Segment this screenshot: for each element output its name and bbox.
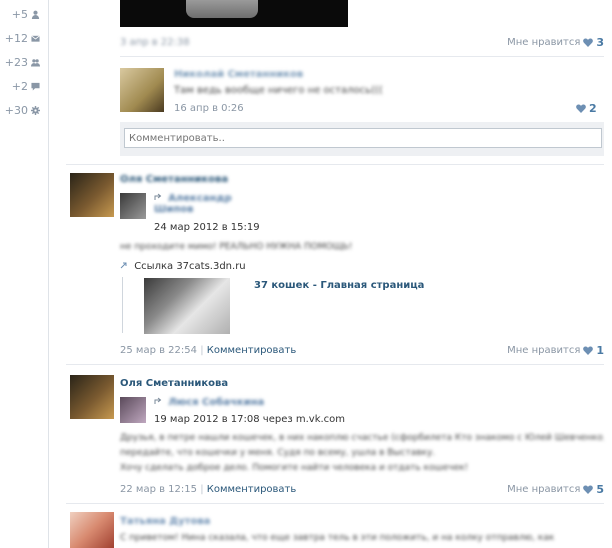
post2-repost-header: Александр Шипов [154, 193, 244, 215]
comment-date[interactable]: 16 апр в 0:26 [174, 103, 244, 114]
post3-text-line1: Друзья, в петре нашли кошечек, в них нак… [120, 433, 604, 443]
chat-bubble-icon [31, 82, 40, 91]
sidebar-settings-counter[interactable]: +30 [0, 98, 48, 122]
like-count: 1 [596, 344, 604, 357]
sidebar-comments-counter[interactable]: +2 [0, 74, 48, 98]
post2-like-button[interactable]: Мне нравится 1 [507, 344, 604, 357]
like-label: Мне нравится [507, 345, 581, 356]
post3-text-line3: Хочу сделать доброе дело. Помогите найти… [120, 463, 469, 473]
like-label: Мне нравится [507, 484, 581, 495]
link-arrow-icon [120, 261, 128, 269]
post2-repost-date[interactable]: 24 мар 2012 в 15:19 [154, 222, 260, 233]
post4-avatar[interactable] [70, 512, 114, 548]
post2-avatar[interactable] [70, 173, 114, 217]
post3-date[interactable]: 22 мар в 12:15 [120, 484, 197, 495]
link-preview-bar [122, 277, 123, 333]
post2-link-url[interactable]: 37cats.3dn.ru [176, 261, 245, 272]
post2-comment-link[interactable]: Комментировать [207, 345, 297, 356]
like-count: 5 [596, 483, 604, 496]
top-post-like-button[interactable]: Мне нравится 3 [507, 36, 604, 49]
groups-count: +23 [4, 55, 28, 69]
commenter-avatar[interactable] [120, 68, 164, 112]
commenter-name[interactable]: Николай Сметанников [174, 69, 303, 80]
person-icon [31, 10, 40, 19]
heart-icon [583, 38, 594, 47]
post2-link-title[interactable]: 37 кошек - Главная страница [254, 280, 424, 291]
post2-author[interactable]: Оля Сметанникова [120, 174, 228, 185]
post2-link-prefix: Ссылка [134, 261, 174, 272]
post3-repost-header: Люся Собачкина [154, 397, 264, 408]
envelope-icon [31, 34, 40, 43]
friends-count: +5 [11, 7, 28, 21]
comment-like-count: 2 [589, 102, 597, 115]
comment-text: Там ведь вообще ничего не осталось((( [174, 85, 383, 96]
post2-link-row: Ссылка 37cats.3dn.ru [120, 261, 246, 272]
post3-comment-link[interactable]: Комментировать [207, 484, 297, 495]
repost-arrow-icon [154, 193, 162, 201]
post2-repost-author[interactable]: Александр Шипов [154, 193, 232, 215]
post-divider [66, 364, 604, 365]
post2-footer: 25 мар в 22:54 | Комментировать Мне нрав… [120, 344, 604, 357]
comment-input[interactable] [124, 128, 602, 148]
post-divider [66, 503, 604, 504]
post3-text-line2: передайте, что кошечки у меня. Судя по в… [120, 448, 436, 458]
post2-link-thumbnail[interactable] [144, 278, 230, 334]
comment-like-button[interactable]: 2 [576, 102, 597, 115]
post-image[interactable] [120, 0, 348, 27]
sidebar-friends-counter[interactable]: +5 [0, 2, 48, 26]
divider [120, 56, 604, 57]
post3-footer: 22 мар в 12:15 | Комментировать Мне нрав… [120, 483, 604, 496]
gear-icon [31, 105, 40, 115]
top-post-footer: 3 апр в 22:38 Мне нравится 3 [120, 36, 604, 49]
post4-author[interactable]: Татьяна Дутова [120, 516, 210, 527]
repost-arrow-icon [154, 397, 162, 405]
post-divider [66, 164, 604, 165]
post2-date[interactable]: 25 мар в 22:54 [120, 345, 197, 356]
post3-author[interactable]: Оля Сметанникова [120, 378, 228, 389]
messages-count: +12 [4, 31, 28, 45]
comment-input-box [120, 122, 604, 156]
post3-repost-author[interactable]: Люся Собачкина [168, 397, 264, 408]
heart-icon [583, 346, 594, 355]
left-sidebar: +5 +12 +23 +2 +30 [0, 0, 49, 548]
like-label: Мне нравится [507, 37, 581, 48]
post3-repost-date[interactable]: 19 мар 2012 в 17:08 через m.vk.com [154, 414, 345, 425]
settings-count: +30 [4, 103, 28, 117]
comments-count: +2 [11, 79, 28, 93]
post2-repost-avatar[interactable] [120, 193, 146, 219]
sidebar-messages-counter[interactable]: +12 [0, 26, 48, 50]
sidebar-groups-counter[interactable]: +23 [0, 50, 48, 74]
post3-like-button[interactable]: Мне нравится 5 [507, 483, 604, 496]
post3-avatar[interactable] [70, 375, 114, 419]
top-post-date[interactable]: 3 апр в 22:38 [120, 37, 190, 48]
post4-text: С приветом! Нина сказала, что еще завтра… [120, 533, 555, 543]
post3-repost-avatar[interactable] [120, 397, 146, 423]
heart-icon [583, 485, 594, 494]
like-count: 3 [596, 36, 604, 49]
heart-icon [576, 104, 586, 113]
group-icon [31, 58, 40, 67]
post2-text: не проходите мимо! РЕАЛЬНО НУЖНА ПОМОЩЬ! [120, 242, 353, 252]
